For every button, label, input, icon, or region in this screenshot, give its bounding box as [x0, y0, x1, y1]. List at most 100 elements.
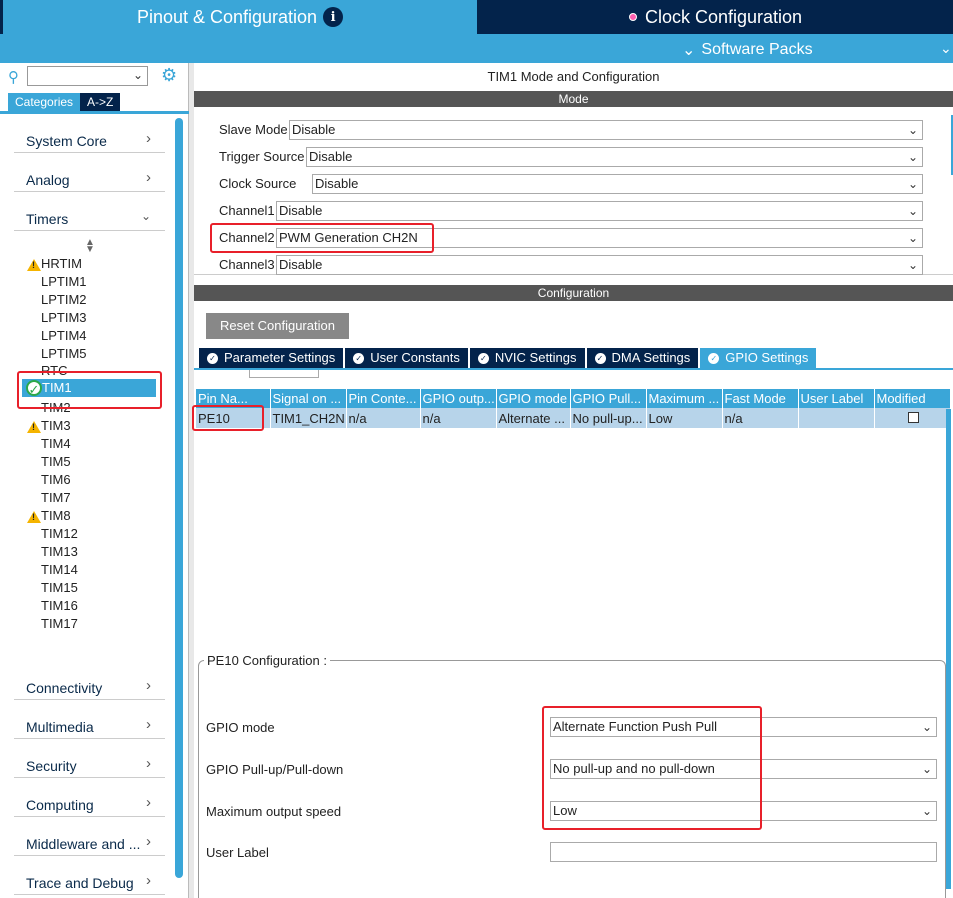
tab-gpio-settings[interactable]: ✓ GPIO Settings [700, 348, 817, 368]
tab-pinout-label: Pinout & Configuration [136, 6, 318, 27]
tab-label: NVIC Settings [494, 350, 577, 365]
check-circle-icon: ✓ [353, 352, 365, 364]
category-timers[interactable]: Timers ⌄ [14, 205, 165, 231]
timer-item-tim12[interactable]: TIM12 [41, 525, 78, 543]
gpio-pull-label: GPIO Pull-up/Pull-down [206, 762, 344, 777]
tab-parameter-settings[interactable]: ✓ Parameter Settings [199, 348, 344, 368]
chevron-right-icon: › [146, 716, 151, 733]
column-user-label[interactable]: User Label [798, 389, 875, 408]
timer-item-tim16[interactable]: TIM16 [41, 597, 78, 615]
category-analog[interactable]: Analog › [14, 166, 165, 192]
category-computing[interactable]: Computing › [14, 791, 165, 817]
chevron-down-icon: ⌄ [921, 762, 932, 776]
software-packs-menu[interactable]: ⌄ Software Packs [682, 40, 813, 60]
select-value: Disable [292, 122, 336, 137]
gpio-table: Pin Na... Signal on ... Pin Conte... GPI… [196, 389, 951, 428]
category-label: Middleware and ... [26, 836, 141, 852]
tab-pinout-configuration[interactable]: Pinout & Configuration i [3, 0, 477, 34]
scrollbar-thumb[interactable] [175, 118, 183, 878]
chevron-down-icon[interactable]: ⌄ [133, 68, 143, 82]
tab-clock-label: Clock Configuration [644, 6, 803, 27]
tab-dma-settings[interactable]: ✓ DMA Settings [586, 348, 699, 368]
chevron-down-icon: ⌄ [907, 204, 918, 218]
column-signal[interactable]: Signal on ... [270, 389, 347, 408]
chevron-down-icon[interactable]: ⌄ [940, 40, 952, 57]
software-packs-label: Software Packs [701, 41, 813, 58]
chevron-right-icon: › [146, 872, 151, 889]
timer-item-lptim3[interactable]: LPTIM3 [41, 309, 87, 327]
column-gpio-mode[interactable]: GPIO mode [496, 389, 571, 408]
tab-categories[interactable]: Categories [8, 93, 81, 111]
chevron-right-icon: › [146, 677, 151, 694]
slave-mode-select[interactable]: Disable ⌄ [289, 120, 923, 140]
timer-item-tim14[interactable]: TIM14 [41, 561, 78, 579]
check-circle-icon: ✓ [477, 352, 489, 364]
info-icon[interactable]: i [323, 7, 344, 27]
column-modified[interactable]: Modified [874, 389, 951, 408]
select-value: Disable [309, 149, 353, 164]
modified-checkbox[interactable] [907, 411, 919, 423]
timer-item-tim15[interactable]: TIM15 [41, 579, 78, 597]
timer-item-tim8[interactable]: TIM8 [41, 507, 71, 525]
sort-icon[interactable]: ▲ ▼ [85, 238, 95, 255]
column-fast-mode[interactable]: Fast Mode [722, 389, 799, 408]
chevron-down-icon: ⌄ [682, 42, 696, 59]
select-value: Disable [279, 203, 323, 218]
mode-config-panel: TIM1 Mode and Configuration Mode Slave M… [192, 63, 953, 898]
category-trace-debug[interactable]: Trace and Debug › [14, 869, 165, 895]
tab-user-constants[interactable]: ✓ User Constants [345, 348, 468, 368]
scrollbar-thumb[interactable] [946, 409, 951, 889]
trigger-source-select[interactable]: Disable ⌄ [306, 147, 923, 167]
timer-item-lptim1[interactable]: LPTIM1 [41, 273, 87, 291]
category-security[interactable]: Security › [14, 752, 165, 778]
search-field-stub[interactable] [249, 370, 319, 378]
category-label: Timers [26, 211, 69, 227]
chevron-right-icon: › [146, 833, 151, 850]
reset-configuration-button[interactable]: Reset Configuration [206, 313, 349, 339]
cell-pin-context: n/a [346, 408, 421, 428]
category-label: Connectivity [26, 680, 103, 696]
category-middleware[interactable]: Middleware and ... › [14, 830, 165, 856]
mode-header: Mode [194, 91, 953, 107]
cell-modified [874, 408, 951, 428]
timer-item-tim4[interactable]: TIM4 [41, 435, 71, 453]
category-connectivity[interactable]: Connectivity › [14, 674, 165, 700]
check-circle-icon: ✓ [594, 352, 606, 364]
timer-item-tim13[interactable]: TIM13 [41, 543, 78, 561]
clock-source-select[interactable]: Disable ⌄ [312, 174, 923, 194]
column-gpio-output[interactable]: GPIO outp... [420, 389, 497, 408]
column-pin-context[interactable]: Pin Conte... [346, 389, 421, 408]
tab-label: User Constants [370, 350, 460, 365]
category-multimedia[interactable]: Multimedia › [14, 713, 165, 739]
highlight-box [542, 706, 762, 830]
timer-item-tim6[interactable]: TIM6 [41, 471, 71, 489]
table-row[interactable]: PE10 TIM1_CH2N n/a n/a Alternate ... No … [196, 408, 951, 428]
tab-a-z[interactable]: A->Z [80, 93, 121, 111]
user-label-input[interactable] [550, 842, 937, 862]
chevron-down-icon: ⌄ [921, 720, 932, 734]
category-system-core[interactable]: System Core › [14, 127, 165, 153]
tab-label: GPIO Settings [725, 350, 809, 365]
timer-item-hrtim[interactable]: HRTIM [41, 255, 82, 273]
timer-item-lptim2[interactable]: LPTIM2 [41, 291, 87, 309]
chevron-right-icon: › [146, 169, 151, 186]
gear-icon[interactable]: ⚙ [161, 65, 177, 86]
tab-nvic-settings[interactable]: ✓ NVIC Settings [469, 348, 585, 368]
timer-item-lptim4[interactable]: LPTIM4 [41, 327, 87, 345]
chevron-right-icon: › [146, 130, 151, 147]
chevron-down-icon: ⌄ [907, 123, 918, 137]
timer-item-tim17[interactable]: TIM17 [41, 615, 78, 633]
channel1-select[interactable]: Disable ⌄ [276, 201, 923, 221]
highlight-box [17, 371, 162, 409]
column-gpio-pull[interactable]: GPIO Pull... [570, 389, 647, 408]
tab-clock-configuration[interactable]: Clock Configuration [478, 0, 953, 34]
cell-gpio-output: n/a [420, 408, 497, 428]
timer-item-tim5[interactable]: TIM5 [41, 453, 71, 471]
chevron-down-icon: ⌄ [907, 231, 918, 245]
search-input[interactable]: ⌄ [27, 66, 148, 86]
timer-item-tim3[interactable]: TIM3 [41, 417, 71, 435]
timer-item-lptim5[interactable]: LPTIM5 [41, 345, 87, 363]
column-maximum[interactable]: Maximum ... [646, 389, 723, 408]
timer-item-tim7[interactable]: TIM7 [41, 489, 71, 507]
channel3-select[interactable]: Disable ⌄ [276, 255, 923, 275]
